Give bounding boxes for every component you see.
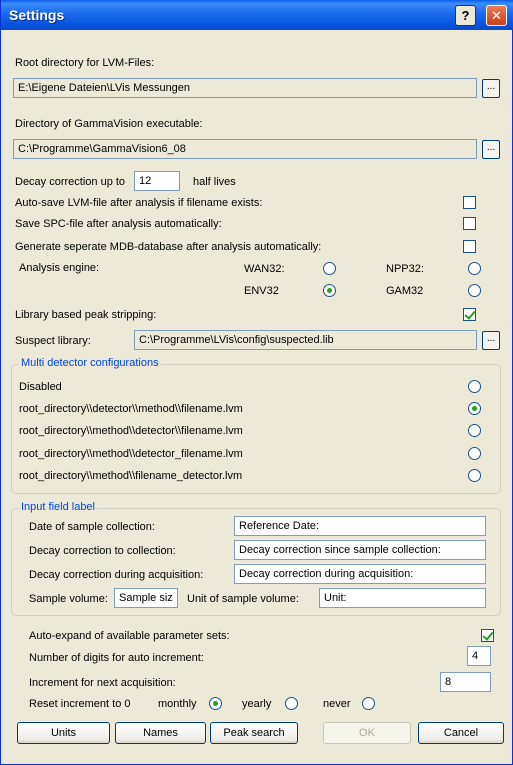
units-button[interactable]: Units [17,722,110,744]
engine-wan32-radio[interactable] [323,262,336,275]
decay-label: Decay correction up to [15,176,126,188]
autosave-label: Auto-save LVM-file after analysis if fil… [15,197,263,209]
autoexpand-label: Auto-expand of available parameter sets: [29,630,230,642]
peak-strip-label: Library based peak stripping: [15,309,157,321]
engine-gam32-radio[interactable] [468,284,481,297]
title-bar[interactable]: Settings ? ✕ [1,0,513,30]
close-button[interactable]: ✕ [486,5,507,26]
suspect-library-input[interactable]: C:\Programme\LVis\config\suspected.lib [134,330,477,350]
multi-detector-title: Multi detector configurations [19,357,161,369]
decay-acquisition-input[interactable]: Decay correction during acquisition: [234,564,486,584]
decay-halflives-input[interactable]: 12 [134,171,180,191]
increment-label: Increment for next acquisition: [29,677,176,689]
cancel-button[interactable]: Cancel [418,722,504,744]
date-collection-input[interactable]: Reference Date: [234,516,486,536]
peak-strip-checkbox[interactable] [463,308,476,321]
engine-npp32-label: NPP32: [386,263,424,275]
autosave-checkbox[interactable] [463,196,476,209]
root-dir-input[interactable]: E:\Eigene Dateien\LVis Messungen [13,78,477,98]
suspect-label: Suspect library: [15,335,91,347]
settings-dialog: Settings ? ✕ Root directory for LVM-File… [0,0,513,765]
sample-volume-label: Sample volume: [29,593,108,605]
multi-option-label: root_directory\\method\\detector\\filena… [19,425,243,437]
increment-input[interactable]: 8 [440,672,491,692]
reset-monthly-radio[interactable] [209,697,222,710]
decay-collection-input[interactable]: Decay correction since sample collection… [234,540,486,560]
mdb-label: Generate seperate MDB-database after ana… [15,241,322,253]
autoexpand-checkbox[interactable] [481,629,494,642]
multi-detector-filename-radio[interactable] [468,447,481,460]
reset-monthly-label: monthly [158,698,197,710]
decay-acquisition-label: Decay correction during acquisition: [29,569,204,581]
root-dir-browse-button[interactable]: ... [482,79,500,98]
unit-volume-input[interactable]: Unit: [319,588,486,608]
multi-option-label: root_directory\\method\\filename_detecto… [19,470,243,482]
decay-collection-label: Decay correction to collection: [29,545,176,557]
suspect-browse-button[interactable]: ... [482,331,500,350]
reset-yearly-label: yearly [242,698,272,710]
sample-volume-input[interactable]: Sample siz [114,588,178,608]
multi-option-label: Disabled [19,381,62,393]
save-spc-label: Save SPC-file after analysis automatical… [15,218,222,230]
multi-disabled-radio[interactable] [468,380,481,393]
engine-env32-label: ENV32 [244,285,279,297]
engine-npp32-radio[interactable] [468,262,481,275]
reset-never-label: never [323,698,351,710]
reset-never-radio[interactable] [362,697,375,710]
window-title: Settings [9,7,65,23]
reset-label: Reset increment to 0 [29,698,131,710]
root-dir-label: Root directory for LVM-Files: [15,57,155,69]
help-button[interactable]: ? [455,5,476,26]
peak-search-button[interactable]: Peak search [210,722,298,744]
digits-label: Number of digits for auto increment: [29,652,204,664]
engine-label: Analysis engine: [19,262,100,274]
ok-button[interactable]: OK [323,722,411,744]
engine-wan32-label: WAN32: [244,263,285,275]
names-button[interactable]: Names [115,722,206,744]
multi-detector-method-radio[interactable] [468,402,481,415]
date-collection-label: Date of sample collection: [29,521,155,533]
gamma-dir-label: Directory of GammaVision executable: [15,118,203,130]
reset-yearly-radio[interactable] [285,697,298,710]
digits-input[interactable]: 4 [467,646,491,666]
save-spc-checkbox[interactable] [463,217,476,230]
multi-option-label: root_directory\\method\\detector_filenam… [19,448,243,460]
mdb-checkbox[interactable] [463,240,476,253]
unit-volume-label: Unit of sample volume: [187,593,299,605]
multi-option-label: root_directory\\detector\\method\\filena… [19,403,243,415]
gamma-dir-input[interactable]: C:\Programme\GammaVision6_08 [13,139,477,159]
decay-unit-label: half lives [193,176,236,188]
input-label-title: Input field label [19,501,97,513]
engine-env32-radio[interactable] [323,284,336,297]
gamma-dir-browse-button[interactable]: ... [482,140,500,159]
engine-gam32-label: GAM32 [386,285,424,297]
multi-method-detector-radio[interactable] [468,424,481,437]
multi-filename-detector-radio[interactable] [468,469,481,482]
